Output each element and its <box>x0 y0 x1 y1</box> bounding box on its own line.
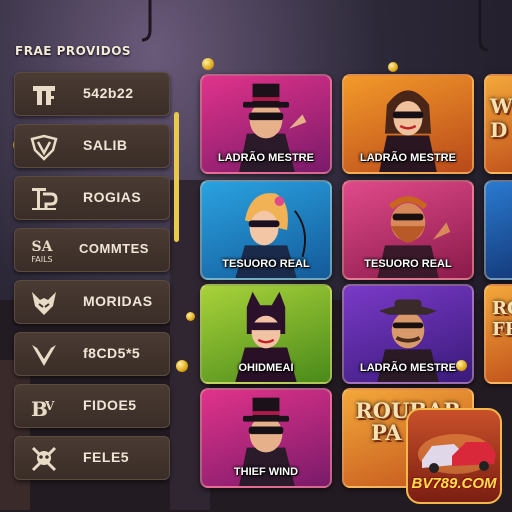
game-tile[interactable] <box>484 180 512 280</box>
fox-head-icon <box>32 292 56 315</box>
bv-logo-icon: B V <box>31 397 55 421</box>
watermark-text: BV789.COM <box>411 475 497 492</box>
coin-decoration <box>176 360 188 372</box>
sidebar-scrollbar[interactable] <box>174 112 179 242</box>
providers-title: FRAE PROVIDOS <box>15 44 132 58</box>
provider-item-5[interactable]: MORIDAS <box>14 280 170 324</box>
game-tile[interactable]: THIEF WIND <box>200 388 332 488</box>
game-title: LADRÃO MESTRE <box>218 152 314 164</box>
provider-item-1[interactable]: 542b22 <box>14 72 170 116</box>
v-shield-icon <box>30 134 58 161</box>
provider-label: f8CD5*5 <box>83 345 141 361</box>
game-tile[interactable]: TESUORO REAL <box>200 180 332 280</box>
game-tile[interactable]: W D <box>484 74 512 174</box>
coin-decoration <box>202 58 214 70</box>
coin-decoration <box>186 312 195 321</box>
game-tile[interactable]: LADRÃO MESTRE <box>342 284 474 384</box>
game-title: TESUORO REAL <box>222 258 310 270</box>
game-tile[interactable]: RO FRE <box>484 284 512 384</box>
game-tile[interactable]: TESUORO REAL <box>342 180 474 280</box>
provider-label: 542b22 <box>83 85 134 101</box>
tf-logo-icon <box>33 86 55 105</box>
provider-label: FIDOE5 <box>83 397 137 413</box>
svg-text:V: V <box>44 399 55 413</box>
provider-label: FELE5 <box>83 449 130 465</box>
coin-decoration <box>388 62 398 72</box>
game-banner: W D <box>490 94 512 142</box>
bv789-watermark-logo: BV789.COM <box>406 408 502 504</box>
game-title: OHIDMEAI <box>238 362 294 374</box>
skull-icon <box>31 446 57 472</box>
game-tile[interactable]: OHIDMEAI <box>200 284 332 384</box>
svg-text:SA: SA <box>32 239 54 255</box>
tp-logo-icon <box>32 188 58 210</box>
svg-text:FAILS: FAILS <box>31 255 52 264</box>
provider-label: MORIDAS <box>83 293 153 309</box>
game-title: THIEF WIND <box>233 466 299 478</box>
provider-item-8[interactable]: FELE5 <box>14 436 170 480</box>
provider-item-7[interactable]: B V FIDOE5 <box>14 384 170 428</box>
game-tile[interactable]: LADRÃO MESTRE <box>200 74 332 174</box>
coin-decoration <box>456 360 467 371</box>
provider-item-6[interactable]: f8CD5*5 <box>14 332 170 376</box>
game-banner: RO FRE <box>492 298 512 340</box>
provider-label: SALIB <box>83 137 128 153</box>
provider-item-3[interactable]: ROGIAS <box>14 176 170 220</box>
v-wing-icon <box>32 345 56 366</box>
game-tile[interactable]: LADRÃO MESTRE <box>342 74 474 174</box>
provider-item-2[interactable]: SALIB <box>14 124 170 168</box>
sa-fails-logo-icon: SA FAILS <box>31 239 54 264</box>
provider-item-4[interactable]: SA FAILS COMMTES <box>14 228 170 272</box>
provider-label: COMMTES <box>79 241 149 256</box>
game-title: LADRÃO MESTRE <box>360 362 456 374</box>
provider-label: ROGIAS <box>83 189 142 205</box>
game-title: TESUORO REAL <box>364 258 452 270</box>
game-title: LADRÃO MESTRE <box>360 152 456 164</box>
